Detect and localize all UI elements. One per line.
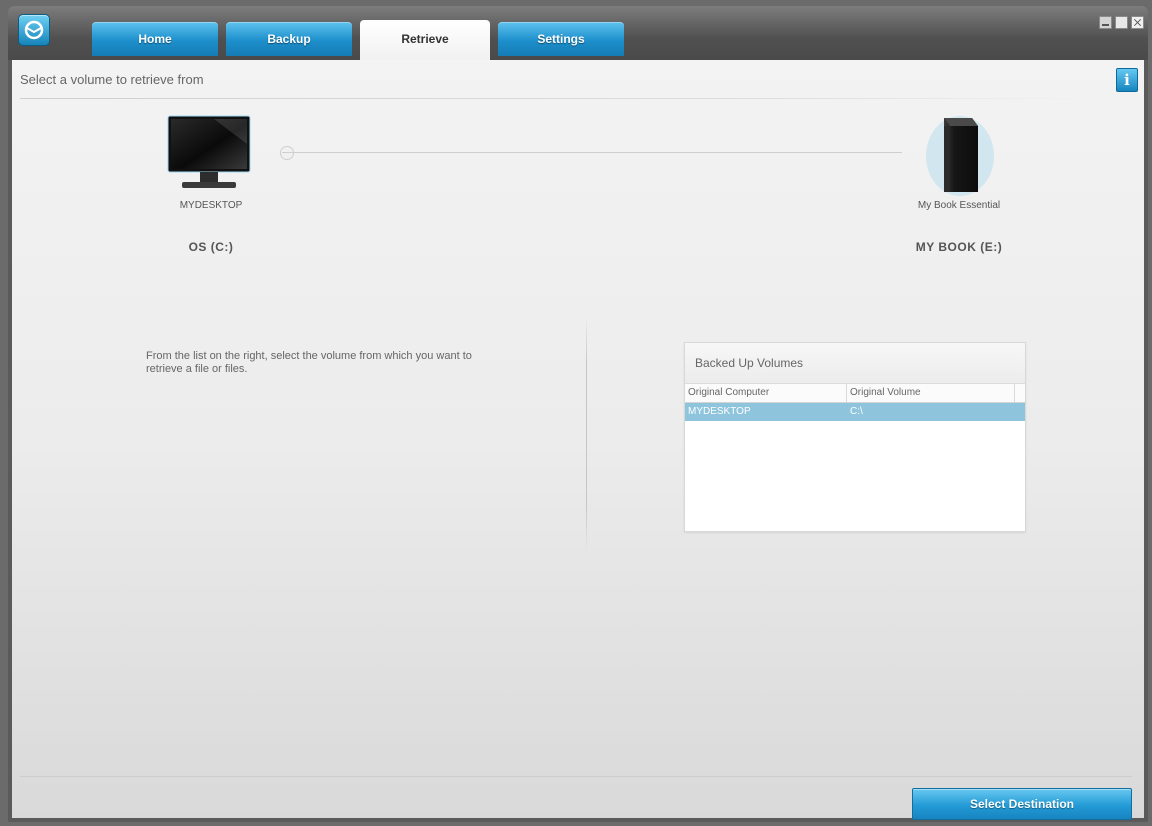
select-destination-button[interactable]: Select Destination (912, 788, 1132, 820)
title-bar: Home Backup Retrieve Settings (8, 6, 1148, 60)
connector-line (282, 152, 902, 153)
app-window: Home Backup Retrieve Settings Select a v… (8, 6, 1148, 822)
source-volume-label: OS (C:) (188, 240, 234, 254)
column-original-computer[interactable]: Original Computer (685, 384, 847, 402)
page-title: Select a volume to retrieve from (20, 72, 204, 87)
hard-drive-icon (922, 112, 998, 203)
row-volume-cell: C:\ (850, 406, 863, 417)
title-divider (20, 98, 1100, 99)
source-computer-name: MYDESKTOP (179, 200, 243, 211)
tab-settings[interactable]: Settings (498, 22, 624, 56)
retrieve-page: Select a volume to retrieve from i MYDES… (12, 60, 1144, 820)
info-icon[interactable]: i (1116, 68, 1138, 92)
footer-divider (20, 776, 1132, 777)
backed-up-volumes-panel: Backed Up Volumes Original Computer Orig… (684, 342, 1026, 532)
instruction-text: From the list on the right, select the v… (146, 350, 472, 375)
close-button[interactable] (1131, 16, 1144, 29)
row-computer-cell: MYDESKTOP (688, 406, 751, 417)
window-controls (1099, 16, 1144, 29)
connector-end (280, 146, 294, 160)
restore-button[interactable] (1115, 16, 1128, 29)
destination-drive-name: My Book Essential (917, 200, 1001, 211)
tab-retrieve[interactable]: Retrieve (360, 20, 490, 60)
minimize-button[interactable] (1099, 16, 1112, 29)
app-logo-icon[interactable] (18, 14, 50, 46)
column-original-volume[interactable]: Original Volume (847, 384, 1015, 402)
volumes-panel-title: Backed Up Volumes (685, 343, 1025, 384)
vertical-divider (586, 316, 587, 552)
monitor-icon (154, 114, 264, 201)
table-row[interactable]: MYDESKTOP C:\ (685, 403, 1025, 421)
tab-backup[interactable]: Backup (226, 22, 352, 56)
destination-volume-label: MY BOOK (E:) (915, 240, 1003, 254)
volumes-column-headers: Original Computer Original Volume (685, 384, 1025, 403)
tab-home[interactable]: Home (92, 22, 218, 56)
